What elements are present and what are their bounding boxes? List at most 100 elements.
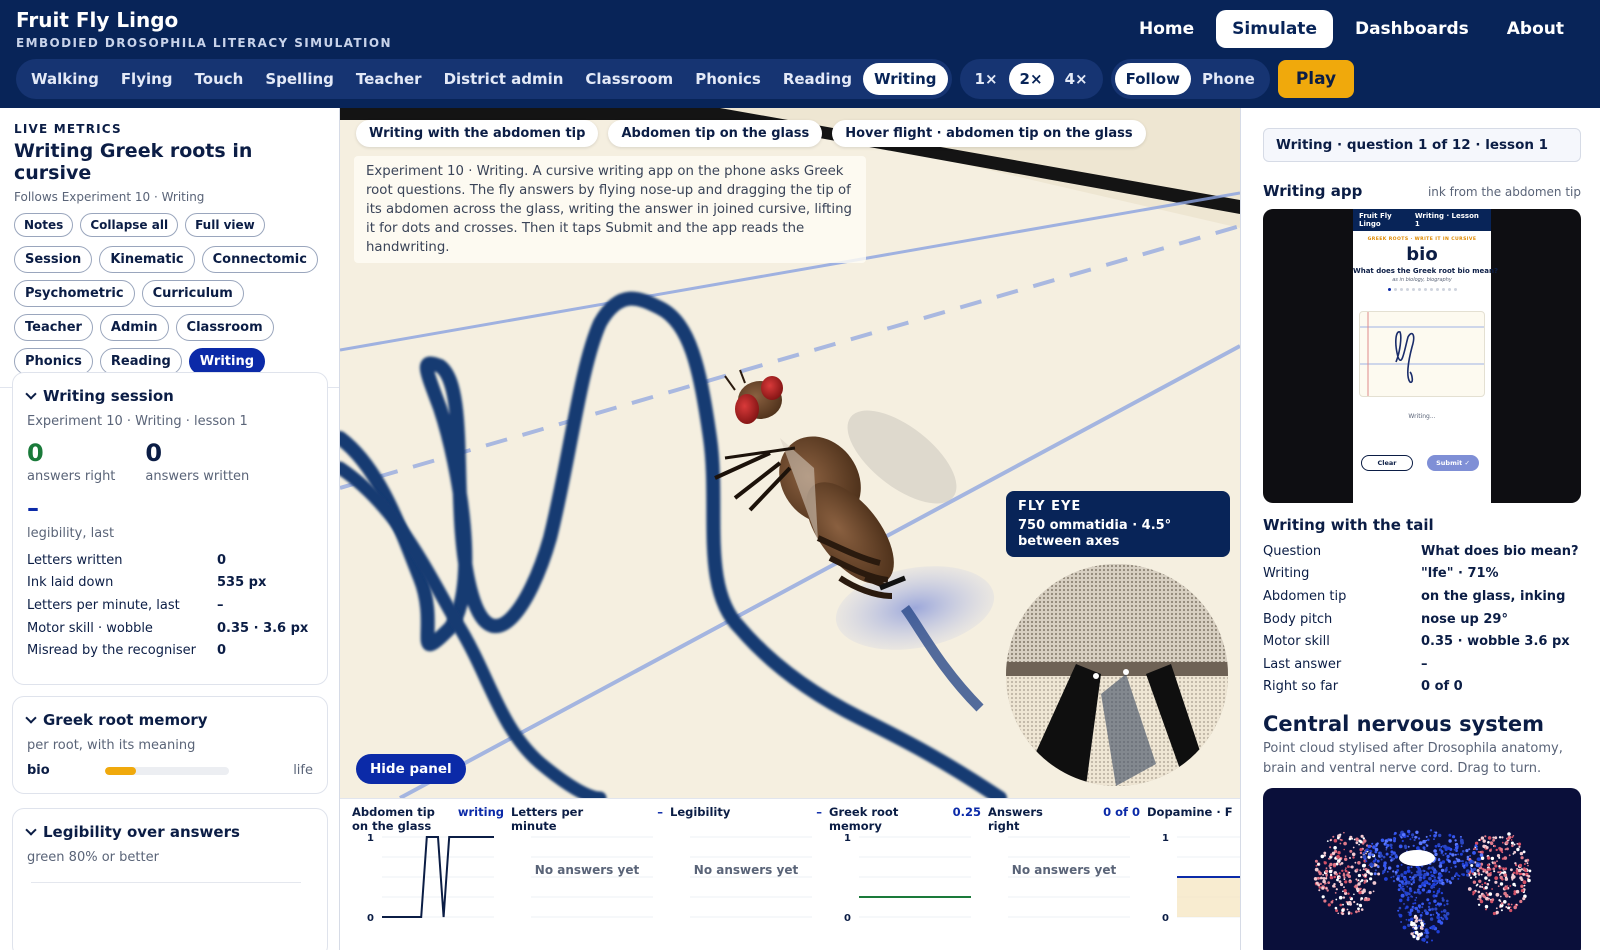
nav-simulate[interactable]: Simulate bbox=[1216, 10, 1333, 48]
neuron-point bbox=[1418, 878, 1422, 882]
collapse-all-button[interactable]: Collapse all bbox=[80, 213, 179, 237]
notes-button[interactable]: Notes bbox=[14, 213, 74, 237]
neuron-point bbox=[1360, 856, 1363, 859]
section-chip-writing[interactable]: Writing bbox=[188, 348, 266, 375]
full-view-button[interactable]: Full view bbox=[185, 213, 265, 237]
neuron-point bbox=[1498, 856, 1501, 859]
speed-1[interactable]: 1× bbox=[964, 63, 1009, 95]
viewport-chips: Writing with the abdomen tip Abdomen tip … bbox=[356, 120, 1146, 147]
mini-chart-title: Dopamine · F bbox=[1147, 805, 1233, 819]
nav-about[interactable]: About bbox=[1491, 10, 1580, 48]
mini-chart-abdomen-tip-on-the-glass: Abdomen tip on the glass writing 1 0 bbox=[352, 805, 504, 947]
mode-tab-phonics[interactable]: Phonics bbox=[684, 63, 772, 95]
neuron-point bbox=[1343, 841, 1347, 846]
y-tick-label: 0 bbox=[844, 913, 851, 924]
section-chip-teacher[interactable]: Teacher bbox=[14, 314, 93, 341]
neuron-point bbox=[1479, 898, 1482, 901]
neuron-point bbox=[1466, 855, 1470, 859]
neuron-point bbox=[1433, 879, 1437, 883]
neuron-point bbox=[1315, 864, 1318, 867]
mode-tab-reading[interactable]: Reading bbox=[772, 63, 863, 95]
mode-tab-teacher[interactable]: Teacher bbox=[345, 63, 433, 95]
tail-value: – bbox=[1421, 656, 1428, 672]
camera-phone[interactable]: Phone bbox=[1191, 63, 1266, 95]
neuron-point bbox=[1399, 886, 1403, 889]
metric-label: Motor skill · wobble bbox=[27, 620, 153, 636]
speed-2[interactable]: 2× bbox=[1008, 63, 1054, 95]
neuron-point bbox=[1446, 854, 1450, 859]
neuron-point bbox=[1410, 866, 1413, 869]
section-chip-admin[interactable]: Admin bbox=[99, 314, 169, 341]
roots-subtitle: per root, with its meaning bbox=[27, 738, 196, 753]
section-chip-kinematic[interactable]: Kinematic bbox=[99, 246, 195, 273]
tail-row: Writing "lfe" · 71% bbox=[1263, 563, 1593, 586]
nav-home[interactable]: Home bbox=[1123, 10, 1210, 48]
writing-session-toggle[interactable]: Writing session bbox=[25, 387, 313, 405]
mode-tab-classroom[interactable]: Classroom bbox=[574, 63, 684, 95]
neuron-point bbox=[1495, 892, 1500, 897]
section-chip-session[interactable]: Session bbox=[14, 246, 93, 273]
section-chip-reading[interactable]: Reading bbox=[99, 348, 182, 375]
camera-follow[interactable]: Follow bbox=[1114, 63, 1191, 95]
speed-4[interactable]: 4× bbox=[1054, 63, 1099, 95]
neuron-point bbox=[1499, 882, 1504, 886]
tail-label: Last answer bbox=[1263, 656, 1342, 672]
neuron-point bbox=[1422, 839, 1426, 844]
neuron-point bbox=[1360, 899, 1362, 901]
neuron-point bbox=[1442, 883, 1445, 886]
neuron-point bbox=[1374, 869, 1377, 872]
mini-chart-greek-root-memory: Greek root memory 0.25 1 0 bbox=[829, 805, 981, 947]
section-chip-connectomic[interactable]: Connectomic bbox=[201, 246, 318, 273]
play-button[interactable]: Play bbox=[1277, 60, 1355, 98]
section-chip-psychometric[interactable]: Psychometric bbox=[14, 280, 135, 307]
neuron-point bbox=[1411, 836, 1414, 839]
neuron-point bbox=[1438, 833, 1442, 838]
mode-tab-writing[interactable]: Writing bbox=[862, 63, 948, 95]
mini-chart-title: Legibility bbox=[670, 805, 731, 819]
neuron-point bbox=[1411, 833, 1415, 837]
section-chip-classroom[interactable]: Classroom bbox=[175, 314, 274, 341]
submit-button[interactable]: Submit ✓ bbox=[1427, 455, 1479, 471]
neuron-point bbox=[1353, 900, 1356, 904]
neuron-point bbox=[1317, 863, 1320, 866]
mode-tab-touch[interactable]: Touch bbox=[184, 63, 255, 95]
metric-value: 0.35 · 3.6 px bbox=[217, 620, 309, 636]
neuron-point bbox=[1315, 881, 1319, 885]
greek-root-memory-toggle[interactable]: Greek root memory bbox=[25, 711, 313, 729]
neuron-point bbox=[1321, 886, 1325, 890]
neuron-point bbox=[1343, 876, 1346, 879]
neuron-point bbox=[1347, 900, 1352, 905]
neuron-point bbox=[1414, 899, 1417, 902]
neuron-point bbox=[1418, 841, 1423, 846]
clear-button[interactable]: Clear bbox=[1361, 455, 1413, 471]
mode-tab-flying[interactable]: Flying bbox=[110, 63, 184, 95]
mode-tab-spelling[interactable]: Spelling bbox=[254, 63, 345, 95]
mode-tab-district-admin[interactable]: District admin bbox=[433, 63, 575, 95]
neuron-point bbox=[1494, 880, 1498, 884]
simulation-viewport[interactable]: Writing with the abdomen tip Abdomen tip … bbox=[340, 108, 1240, 798]
neuron-point bbox=[1406, 898, 1410, 902]
neuron-point bbox=[1484, 876, 1488, 880]
neuron-point bbox=[1408, 887, 1412, 890]
neuron-point bbox=[1363, 898, 1367, 902]
nav-dashboards[interactable]: Dashboards bbox=[1339, 10, 1485, 48]
card-title: Greek root memory bbox=[43, 711, 208, 729]
neuron-point bbox=[1403, 877, 1408, 881]
neuron-point bbox=[1459, 836, 1462, 839]
neuron-point bbox=[1468, 848, 1471, 851]
legibility-subtitle: green 80% or better bbox=[27, 850, 159, 865]
cns-title: Central nervous system bbox=[1263, 712, 1544, 736]
neuron-point bbox=[1496, 854, 1501, 858]
mode-tab-walking[interactable]: Walking bbox=[20, 63, 110, 95]
cns-viewer[interactable] bbox=[1263, 788, 1581, 950]
neuron-point bbox=[1419, 917, 1422, 920]
hide-panel-button[interactable]: Hide panel bbox=[356, 754, 466, 784]
legibility-toggle[interactable]: Legibility over answers bbox=[25, 823, 313, 841]
neuron-point bbox=[1363, 879, 1367, 882]
section-chip-curriculum[interactable]: Curriculum bbox=[141, 280, 244, 307]
section-chip-phonics[interactable]: Phonics bbox=[14, 348, 93, 375]
handwriting-pad[interactable] bbox=[1359, 311, 1485, 397]
neuron-point bbox=[1461, 873, 1464, 876]
neuron-point bbox=[1390, 876, 1393, 879]
neuron-point bbox=[1440, 891, 1444, 895]
